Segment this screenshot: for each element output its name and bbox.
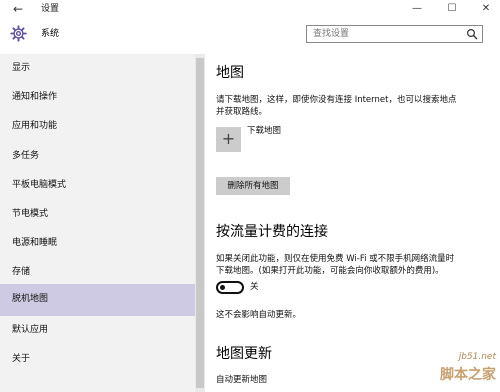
page-title: 系统 [41, 29, 60, 39]
sidebar-scrollbar[interactable] [195, 54, 205, 392]
gear-icon [10, 25, 27, 42]
auto-update-note: 这不会影响自动更新。 [216, 310, 302, 320]
sidebar-item-label: 多任务 [12, 151, 40, 161]
sidebar-item-notifications[interactable]: 通知和操作 [0, 83, 195, 113]
sidebar-item-apps[interactable]: 应用和功能 [0, 112, 195, 142]
maps-description-line2: 并获取路线。 [216, 107, 268, 117]
sidebar-item-label: 存储 [12, 267, 31, 277]
metered-toggle-state: 关 [250, 282, 259, 292]
section-title-maps: 地图 [216, 65, 244, 81]
sidebar-item-label: 电源和睡眠 [12, 238, 58, 248]
auto-update-label: 自动更新地图 [216, 375, 268, 385]
minimize-button[interactable]: — [406, 1, 428, 17]
back-button[interactable]: ← [11, 2, 25, 16]
sidebar-item-display[interactable]: 显示 [0, 54, 195, 84]
sidebar-item-label: 显示 [12, 63, 31, 73]
scrollbar-thumb[interactable] [196, 58, 204, 388]
sidebar-item-multitasking[interactable]: 多任务 [0, 142, 195, 172]
search-icon[interactable] [466, 28, 478, 40]
sidebar-item-label: 通知和操作 [12, 92, 58, 102]
title-bar: ← 设置 — ☐ ✕ [0, 0, 500, 20]
sidebar-item-label: 节电模式 [12, 209, 49, 219]
main-content: 地图 请下载地图，这样，即使你没有连接 Internet，也可以搜索地点 并获取… [205, 54, 500, 392]
download-maps-label[interactable]: 下载地图 [247, 126, 281, 137]
watermark-brand: 脚本之家 [440, 367, 496, 383]
sidebar-item-offline-maps[interactable]: 脱机地图 [0, 284, 195, 316]
maps-description-line1: 请下载地图，这样，即使你没有连接 Internet，也可以搜索地点 [216, 95, 457, 105]
sidebar-item-label: 应用和功能 [12, 121, 58, 131]
sidebar: 显示 通知和操作 应用和功能 多任务 平板电脑模式 节电模式 电源和睡眠 存储 … [0, 54, 197, 392]
window-title: 设置 [41, 4, 60, 14]
sidebar-item-label: 平板电脑模式 [12, 180, 67, 190]
metered-toggle[interactable] [216, 281, 244, 294]
metered-description-line1: 如果关闭此功能，则仅在使用免费 Wi-Fi 或不限手机网络流量时 [216, 254, 455, 264]
toggle-knob [220, 285, 225, 290]
sidebar-item-label: 关于 [12, 354, 31, 364]
search-input[interactable]: 查找设置 [306, 25, 483, 43]
sidebar-item-label: 默认应用 [12, 325, 49, 335]
sidebar-item-label: 脱机地图 [12, 294, 49, 304]
section-title-updates: 地图更新 [216, 346, 272, 362]
metered-description-line2: 下载地图。(如果打开此功能，可能会向你收取额外的费用)。 [216, 266, 444, 276]
maximize-button[interactable]: ☐ [441, 1, 463, 17]
sidebar-item-power-sleep[interactable]: 电源和睡眠 [0, 229, 195, 259]
watermark-url: jb51.net [458, 352, 496, 362]
download-maps-button[interactable]: + [216, 127, 241, 152]
search-placeholder: 查找设置 [313, 29, 350, 39]
section-title-metered: 按流量计费的连接 [216, 224, 328, 240]
delete-all-maps-label: 删除所有地图 [227, 181, 279, 191]
close-button[interactable]: ✕ [475, 1, 497, 17]
sidebar-item-tablet-mode[interactable]: 平板电脑模式 [0, 171, 195, 201]
sidebar-item-default-apps[interactable]: 默认应用 [0, 316, 195, 346]
sidebar-item-about[interactable]: 关于 [0, 345, 195, 375]
delete-all-maps-button[interactable]: 删除所有地图 [216, 177, 290, 195]
sidebar-item-battery-saver[interactable]: 节电模式 [0, 200, 195, 230]
plus-icon: + [221, 129, 236, 148]
